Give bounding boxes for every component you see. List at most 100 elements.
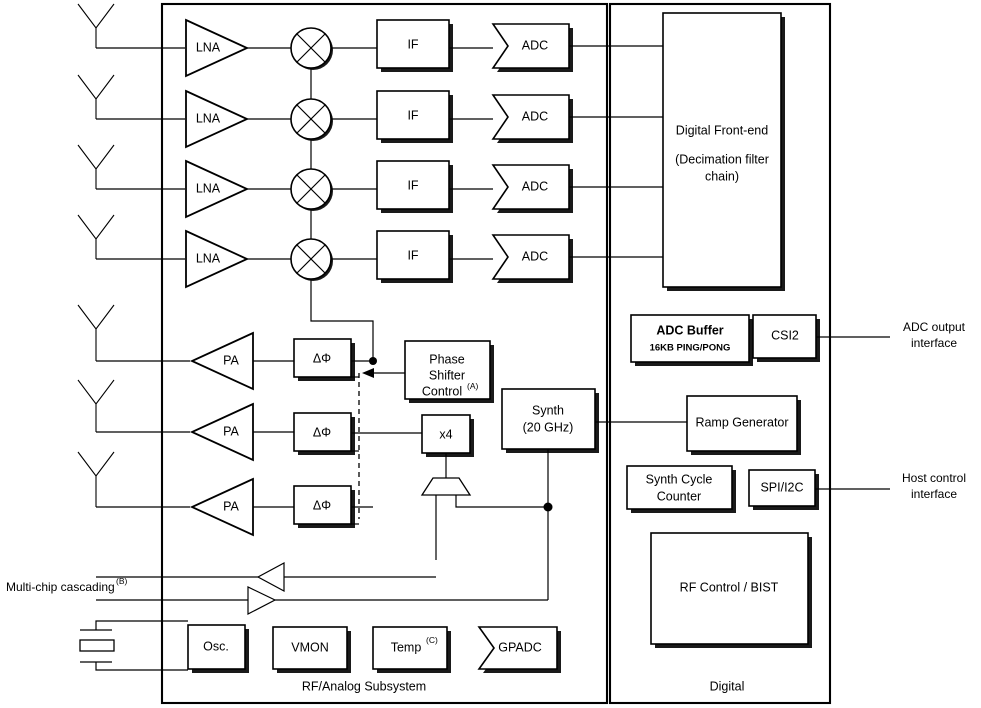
synth-line1: Synth <box>532 403 564 417</box>
osc-label: Osc. <box>203 639 229 653</box>
rx-antenna-4 <box>77 214 185 260</box>
vmon-block: VMON <box>272 626 351 673</box>
digital-front-end-block: Digital Front-end (Decimation filter cha… <box>662 12 785 291</box>
rf-control-bist-block: RF Control / BIST <box>650 532 812 648</box>
if-block-3: IF <box>376 160 453 213</box>
arrowhead-psc <box>362 368 374 378</box>
scc-line1: Synth Cycle <box>646 472 713 486</box>
gpadc-block: GPADC <box>477 626 561 673</box>
psc-line2: Shifter <box>429 368 465 382</box>
cascade-buffer-in <box>256 561 285 593</box>
phase-shifter-1: ΔΦ <box>293 338 355 381</box>
tx-antenna-3 <box>77 451 190 508</box>
vmon-label: VMON <box>291 640 329 654</box>
rf-control-bist-label: RF Control / BIST <box>680 580 779 594</box>
pa-3: PA <box>189 477 254 537</box>
lna-1-label: LNA <box>196 40 221 54</box>
if-2-label: IF <box>407 108 418 122</box>
tx-antenna-2 <box>77 379 190 433</box>
adc-block-4: ADC <box>491 234 573 283</box>
adc-buffer-sub: 16KB PING/PONG <box>650 343 731 354</box>
adc-output-interface-line2: interface <box>911 336 957 350</box>
lna-4-label: LNA <box>196 251 221 265</box>
psc-line3: Control <box>422 384 462 398</box>
adc-block-1: ADC <box>491 23 573 72</box>
if-3-label: IF <box>407 178 418 192</box>
adc-1-label: ADC <box>522 38 548 52</box>
phase-shifter-3-label: ΔΦ <box>313 498 331 512</box>
block-diagram-canvas: LNA IF ADC LNA IF ADC LNA IF ADC LNA IF … <box>0 0 981 708</box>
mixer-3 <box>290 168 333 211</box>
scc-line2: Counter <box>657 489 701 503</box>
mixer-1 <box>290 27 333 70</box>
adc-block-2: ADC <box>491 94 573 143</box>
phase-shifter-3: ΔΦ <box>293 485 355 528</box>
synth-cycle-counter-block: Synth Cycle Counter <box>626 465 736 513</box>
crystal-symbol <box>79 620 188 671</box>
pa-3-label: PA <box>223 499 239 513</box>
junction-dot-synth <box>543 502 553 512</box>
phase-shifter-control-block: Phase Shifter Control (A) <box>404 340 494 403</box>
pa-2: PA <box>189 402 254 462</box>
junction-dot-lo-1 <box>369 357 377 365</box>
if-1-label: IF <box>407 37 418 51</box>
temp-superscript: (C) <box>426 635 438 645</box>
lna-2-label: LNA <box>196 111 221 125</box>
if-4-label: IF <box>407 248 418 262</box>
adc-block-3: ADC <box>491 164 573 213</box>
dfe-line3: chain) <box>705 169 739 183</box>
ramp-generator-label: Ramp Generator <box>695 415 788 429</box>
adc-buffer-title: ADC Buffer <box>656 323 723 337</box>
phase-shifter-2: ΔΦ <box>293 412 355 455</box>
lna-4: LNA <box>185 229 250 289</box>
spi-i2c-block: SPI/I2C <box>748 469 819 510</box>
pa-1: PA <box>189 331 254 391</box>
mixer-4 <box>290 238 333 281</box>
adc-3-label: ADC <box>522 179 548 193</box>
ramp-generator-block: Ramp Generator <box>686 395 801 455</box>
cascade-buffer-out <box>247 586 277 615</box>
temp-label: Temp <box>391 640 422 654</box>
synth-line2: (20 GHz) <box>523 420 574 434</box>
lo-mux <box>420 477 472 496</box>
x4-label: x4 <box>439 427 452 441</box>
rx-antenna-3 <box>77 144 185 190</box>
csi2-block: CSI2 <box>752 314 820 362</box>
lna-2: LNA <box>185 89 250 149</box>
osc-block: Osc. <box>187 624 249 673</box>
wire-mux-synth-tap <box>455 495 547 508</box>
adc-4-label: ADC <box>522 249 548 263</box>
lna-3: LNA <box>185 159 250 219</box>
adc-output-interface-line1: ADC output <box>903 320 966 334</box>
wire-crystal-bottom <box>95 662 188 671</box>
gpadc-label: GPADC <box>498 640 542 654</box>
psc-superscript: (A) <box>467 381 479 391</box>
phase-shifter-1-label: ΔΦ <box>313 351 331 365</box>
csi2-label: CSI2 <box>771 328 799 342</box>
adc-2-label: ADC <box>522 109 548 123</box>
if-block-1: IF <box>376 19 453 72</box>
lna-1: LNA <box>185 18 250 78</box>
lna-3-label: LNA <box>196 181 221 195</box>
pa-1-label: PA <box>223 353 239 367</box>
host-control-interface-line2: interface <box>911 487 957 501</box>
dfe-line2: (Decimation filter <box>675 152 769 166</box>
temp-block: Temp (C) <box>372 626 451 673</box>
rx-antenna-2 <box>77 74 185 120</box>
crystal-body <box>79 639 115 652</box>
synth-block: Synth (20 GHz) <box>501 388 599 453</box>
phase-shifter-2-label: ΔΦ <box>313 425 331 439</box>
digital-subsystem-label: Digital <box>710 679 745 693</box>
rf-analog-subsystem-label: RF/Analog Subsystem <box>302 679 426 693</box>
host-control-interface-line1: Host control <box>902 471 966 485</box>
multiplier-x4-block: x4 <box>421 414 474 457</box>
rf-transceiver-diagram: LNA IF ADC LNA IF ADC LNA IF ADC LNA IF … <box>6 2 966 705</box>
spi-i2c-label: SPI/I2C <box>760 480 803 494</box>
multichip-cascading-label: Multi-chip cascading <box>6 580 115 594</box>
pa-2-label: PA <box>223 424 239 438</box>
if-block-2: IF <box>376 90 453 143</box>
adc-buffer-block: ADC Buffer 16KB PING/PONG <box>630 314 753 366</box>
if-block-4: IF <box>376 230 453 283</box>
mixer-2 <box>290 98 333 141</box>
dfe-line1: Digital Front-end <box>676 123 768 137</box>
